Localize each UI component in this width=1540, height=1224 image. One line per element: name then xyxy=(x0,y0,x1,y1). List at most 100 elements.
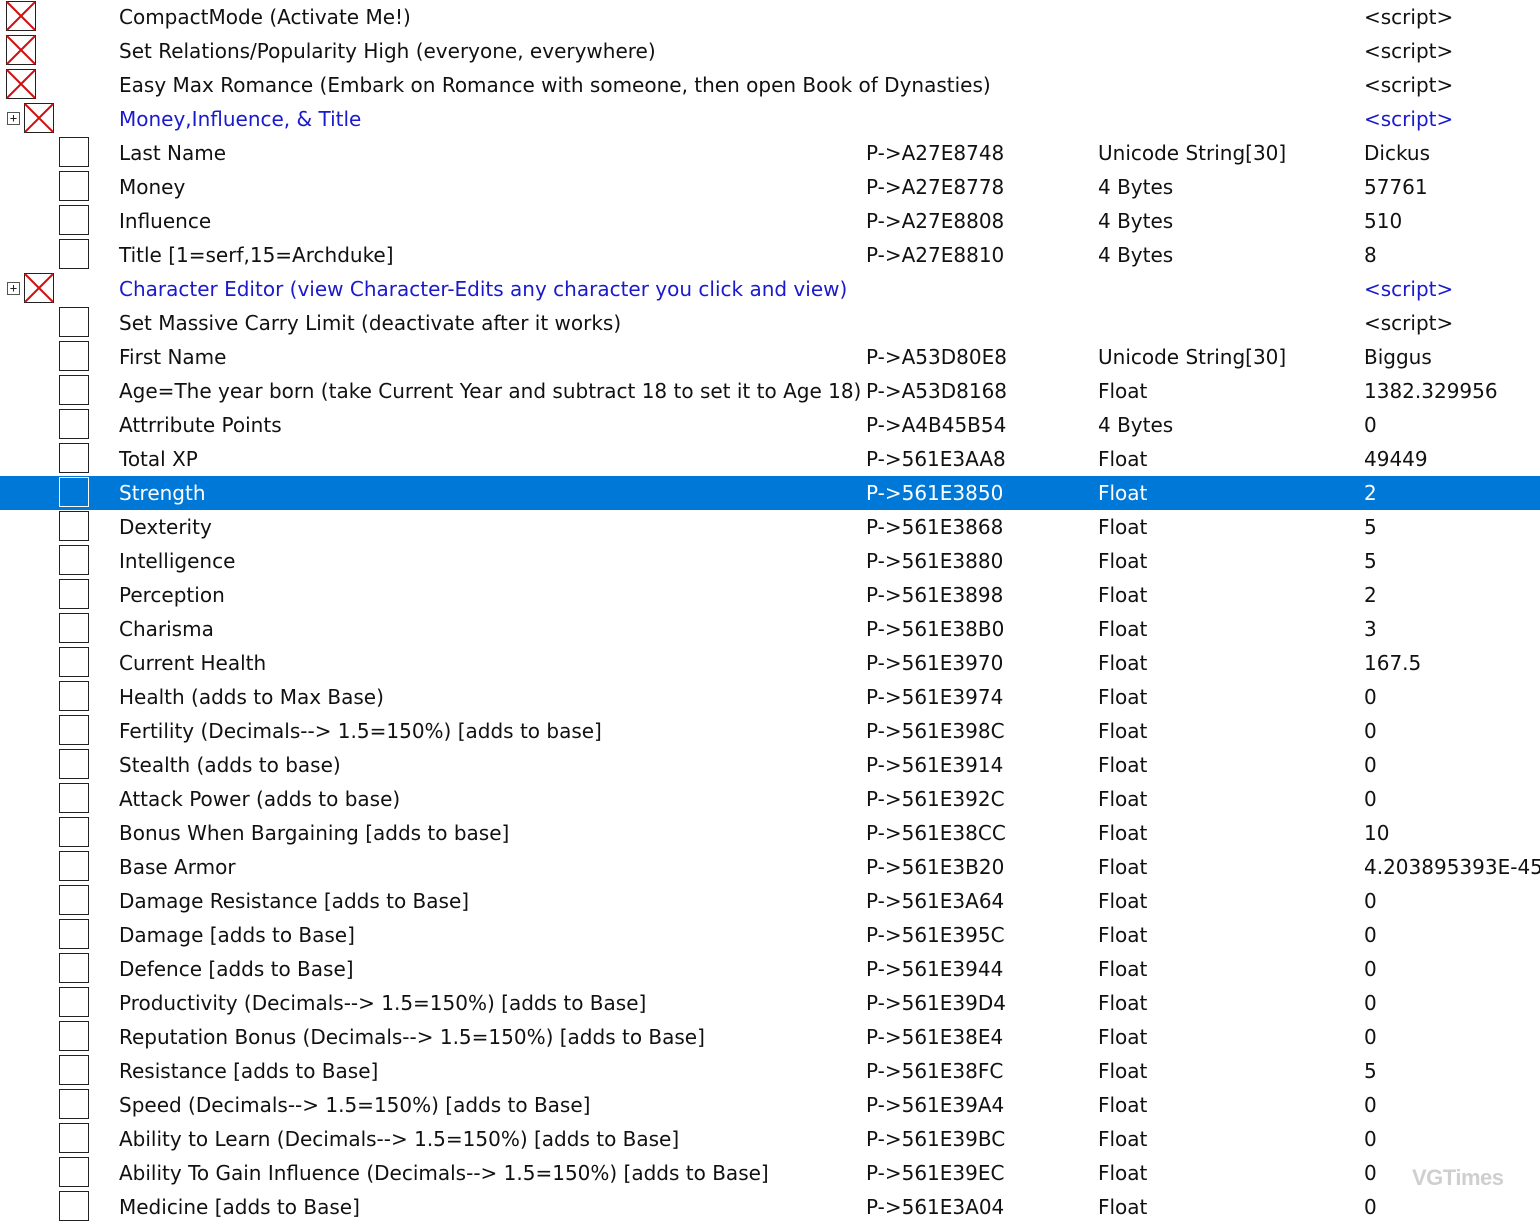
value-cell[interactable]: 1382.329956 xyxy=(1364,374,1498,408)
table-row[interactable]: Attack Power (adds to base) P->561E392C Fl… xyxy=(0,782,1540,816)
table-row[interactable]: Speed (Decimals--> 1.5=150%) [adds to Ba… xyxy=(0,1088,1540,1122)
value-cell[interactable]: 10 xyxy=(1364,816,1389,850)
value-cell[interactable]: 0 xyxy=(1364,782,1377,816)
value-cell[interactable]: 49449 xyxy=(1364,442,1428,476)
type-cell[interactable]: Float xyxy=(1098,884,1147,918)
type-cell[interactable]: Float xyxy=(1098,1054,1147,1088)
table-row[interactable]: Set Relations/Popularity High (everyone,… xyxy=(0,34,1540,68)
table-row[interactable]: Influence P->A27E8808 4 Bytes 510 xyxy=(0,204,1540,238)
value-cell[interactable]: 0 xyxy=(1364,884,1377,918)
address-cell[interactable]: P->561E39D4 xyxy=(866,986,1006,1020)
description-cell[interactable]: Easy Max Romance (Embark on Romance with… xyxy=(119,68,991,102)
table-row[interactable]: Stealth (adds to base) P->561E3914 Float 0 xyxy=(0,748,1540,782)
value-cell[interactable]: 5 xyxy=(1364,544,1377,578)
description-cell[interactable]: Age=The year born (take Current Year and… xyxy=(119,374,861,408)
value-cell[interactable]: <script> xyxy=(1364,306,1453,340)
type-cell[interactable]: Float xyxy=(1098,646,1147,680)
type-cell[interactable]: Float xyxy=(1098,612,1147,646)
type-cell[interactable]: 4 Bytes xyxy=(1098,408,1173,442)
table-row[interactable]: Last Name P->A27E8748 Unicode String[30] Di… xyxy=(0,136,1540,170)
checkbox[interactable] xyxy=(59,1055,89,1085)
description-cell[interactable]: Reputation Bonus (Decimals--> 1.5=150%) … xyxy=(119,1020,705,1054)
table-row[interactable]: Damage Resistance [adds to Base] P->561E3… xyxy=(0,884,1540,918)
description-cell[interactable]: Defence [adds to Base] xyxy=(119,952,354,986)
checkbox[interactable] xyxy=(59,341,89,371)
description-cell[interactable]: Medicine [adds to Base] xyxy=(119,1190,360,1224)
description-cell[interactable]: Set Relations/Popularity High (everyone,… xyxy=(119,34,656,68)
checkbox[interactable] xyxy=(59,307,89,337)
value-cell[interactable]: 2 xyxy=(1364,578,1377,612)
description-cell[interactable]: Damage [adds to Base] xyxy=(119,918,355,952)
value-cell[interactable]: <script> xyxy=(1364,272,1453,306)
checkbox[interactable] xyxy=(59,443,89,473)
address-cell[interactable]: P->561E3AA8 xyxy=(866,442,1006,476)
type-cell[interactable]: Float xyxy=(1098,680,1147,714)
type-cell[interactable]: 4 Bytes xyxy=(1098,238,1173,272)
checkbox[interactable] xyxy=(59,715,89,745)
address-cell[interactable]: P->561E39EC xyxy=(866,1156,1004,1190)
expand-toggle-icon[interactable]: + xyxy=(7,112,20,125)
value-cell[interactable]: 57761 xyxy=(1364,170,1428,204)
address-cell[interactable]: P->561E3974 xyxy=(866,680,1003,714)
description-cell[interactable]: Charisma xyxy=(119,612,214,646)
value-cell[interactable]: 0 xyxy=(1364,408,1377,442)
table-row[interactable]: Money P->A27E8778 4 Bytes 57761 xyxy=(0,170,1540,204)
description-cell[interactable]: Resistance [adds to Base] xyxy=(119,1054,378,1088)
description-cell[interactable]: Influence xyxy=(119,204,211,238)
value-cell[interactable]: 510 xyxy=(1364,204,1402,238)
address-cell[interactable]: P->561E38E4 xyxy=(866,1020,1003,1054)
address-cell[interactable]: P->561E3970 xyxy=(866,646,1003,680)
table-row[interactable]: First Name P->A53D80E8 Unicode String[30] B… xyxy=(0,340,1540,374)
active-checkbox[interactable] xyxy=(6,69,36,99)
table-row[interactable]: Intelligence P->561E3880 Float 5 xyxy=(0,544,1540,578)
description-cell[interactable]: Title [1=serf,15=Archduke] xyxy=(119,238,394,272)
description-cell[interactable]: Strength xyxy=(119,476,206,510)
checkbox[interactable] xyxy=(59,511,89,541)
type-cell[interactable]: Float xyxy=(1098,918,1147,952)
type-cell[interactable]: Float xyxy=(1098,510,1147,544)
address-cell[interactable]: P->A27E8748 xyxy=(866,136,1004,170)
description-cell[interactable]: Current Health xyxy=(119,646,266,680)
type-cell[interactable]: Unicode String[30] xyxy=(1098,340,1286,374)
type-cell[interactable]: Float xyxy=(1098,782,1147,816)
checkbox[interactable] xyxy=(59,851,89,881)
value-cell[interactable]: 0 xyxy=(1364,952,1377,986)
checkbox[interactable] xyxy=(59,477,89,507)
description-cell[interactable]: Money,Influence, & Title xyxy=(119,102,361,136)
table-row[interactable]: Resistance [adds to Base] P->561E38FC Floa… xyxy=(0,1054,1540,1088)
description-cell[interactable]: Ability to Learn (Decimals--> 1.5=150%) … xyxy=(119,1122,679,1156)
value-cell[interactable]: <script> xyxy=(1364,68,1453,102)
checkbox[interactable] xyxy=(59,1021,89,1051)
description-cell[interactable]: Speed (Decimals--> 1.5=150%) [adds to Ba… xyxy=(119,1088,590,1122)
address-cell[interactable]: P->A4B45B54 xyxy=(866,408,1006,442)
checkbox[interactable] xyxy=(59,375,89,405)
type-cell[interactable]: Float xyxy=(1098,986,1147,1020)
checkbox[interactable] xyxy=(59,783,89,813)
address-cell[interactable]: P->A53D80E8 xyxy=(866,340,1007,374)
address-cell[interactable]: P->561E398C xyxy=(866,714,1005,748)
table-row[interactable]: Ability To Gain Influence (Decimals--> 1… xyxy=(0,1156,1540,1190)
checkbox[interactable] xyxy=(59,171,89,201)
description-cell[interactable]: Fertility (Decimals--> 1.5=150%) [adds t… xyxy=(119,714,602,748)
value-cell[interactable]: <script> xyxy=(1364,102,1453,136)
value-cell[interactable]: 167.5 xyxy=(1364,646,1421,680)
type-cell[interactable]: Float xyxy=(1098,850,1147,884)
checkbox[interactable] xyxy=(59,613,89,643)
value-cell[interactable]: 0 xyxy=(1364,748,1377,782)
description-cell[interactable]: Perception xyxy=(119,578,225,612)
address-cell[interactable]: P->561E395C xyxy=(866,918,1005,952)
table-row[interactable]: Age=The year born (take Current Year and… xyxy=(0,374,1540,408)
value-cell[interactable]: 2 xyxy=(1364,476,1377,510)
description-cell[interactable]: Intelligence xyxy=(119,544,235,578)
value-cell[interactable]: 0 xyxy=(1364,1088,1377,1122)
table-row[interactable]: Base Armor P->561E3B20 Float 4.203895393E-4… xyxy=(0,850,1540,884)
address-cell[interactable]: P->561E38FC xyxy=(866,1054,1003,1088)
address-cell[interactable]: P->561E39A4 xyxy=(866,1088,1004,1122)
description-cell[interactable]: Ability To Gain Influence (Decimals--> 1… xyxy=(119,1156,769,1190)
checkbox[interactable] xyxy=(59,681,89,711)
description-cell[interactable]: Attrribute Points xyxy=(119,408,282,442)
table-row[interactable]: Medicine [adds to Base] P->561E3A04 Float 0 xyxy=(0,1190,1540,1224)
checkbox[interactable] xyxy=(59,885,89,915)
address-cell[interactable]: P->561E38CC xyxy=(866,816,1006,850)
address-cell[interactable]: P->561E3A04 xyxy=(866,1190,1004,1224)
